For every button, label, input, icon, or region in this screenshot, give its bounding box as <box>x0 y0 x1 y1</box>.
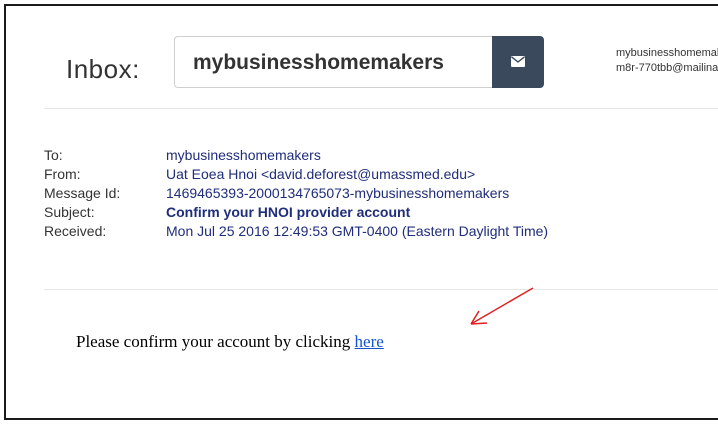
email-viewer-frame: Inbox: mybusinesshomemakers mybusinessho… <box>4 4 718 420</box>
from-label: From: <box>44 166 81 182</box>
from-value: Uat Eoea Hnoi <david.deforest@umassmed.e… <box>166 166 476 182</box>
message-id-label: Message Id: <box>44 185 121 201</box>
envelope-icon <box>511 56 525 67</box>
inbox-address-line1: mybusinesshomemakers <box>616 47 718 59</box>
divider-bottom <box>44 289 718 290</box>
confirm-link[interactable]: here <box>355 332 384 351</box>
message-meta-labels: To: From: Message Id: Subject: Received: <box>44 146 120 241</box>
inbox-address: mybusinesshomemakers m8r-770tbb@mailinat… <box>616 46 718 76</box>
to-value: mybusinesshomemakers <box>166 147 321 163</box>
email-body: Please confirm your account by clicking … <box>76 332 384 352</box>
received-value: Mon Jul 25 2016 12:49:53 GMT-0400 (Easte… <box>166 223 549 239</box>
inbox-input[interactable]: mybusinesshomemakers <box>174 36 492 88</box>
divider-top <box>44 108 718 109</box>
to-label: To: <box>44 147 63 163</box>
received-label: Received: <box>44 223 107 239</box>
inbox-address-line2: m8r-770tbb@mailinator.com <box>616 62 718 74</box>
annotation-arrow <box>470 287 534 325</box>
subject-value: Confirm your HNOI provider account <box>166 204 411 220</box>
go-to-inbox-button[interactable] <box>492 36 544 88</box>
inbox-label: Inbox: <box>66 54 140 84</box>
subject-label: Subject: <box>44 204 95 220</box>
email-body-text: Please confirm your account by clicking <box>76 332 355 351</box>
message-meta-values: mybusinesshomemakers Uat Eoea Hnoi <davi… <box>166 146 548 241</box>
message-id-value: 1469465393-2000134765073-mybusinesshomem… <box>166 185 510 201</box>
